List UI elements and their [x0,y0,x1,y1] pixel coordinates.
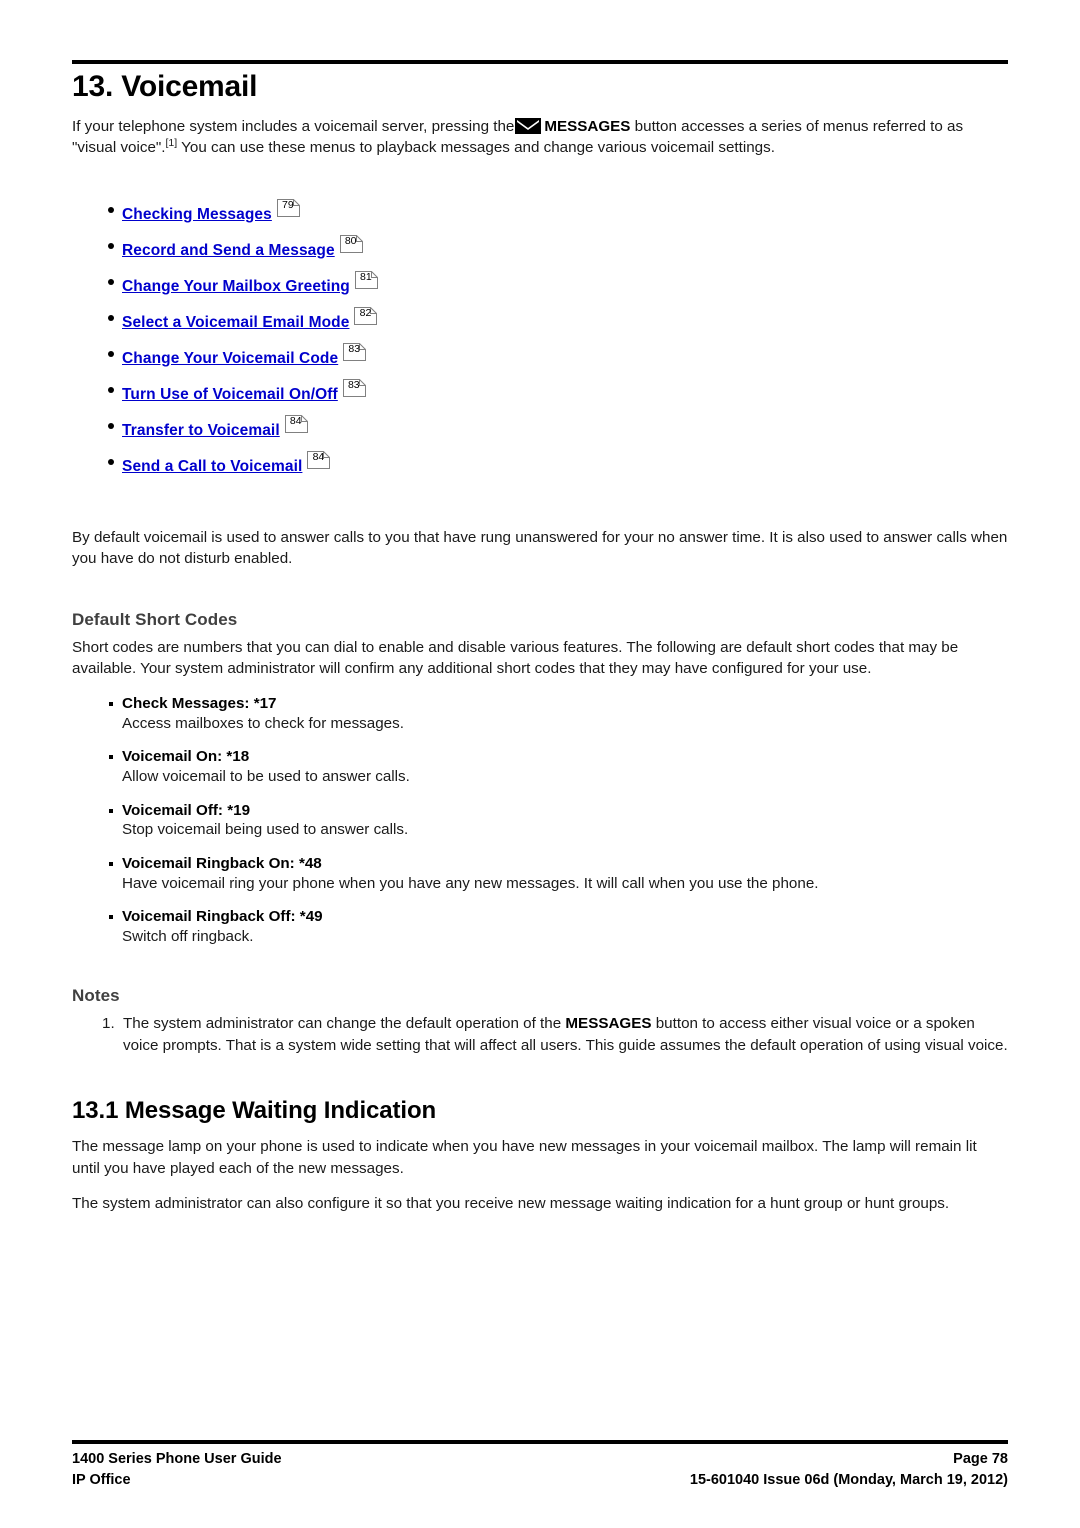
short-code-term: Voicemail Ringback On: *48 [122,854,322,872]
toc-link-record-and-send-a-message[interactable]: Record and Send a Message [122,242,335,259]
toc-item[interactable]: Select a Voicemail Email Mode 82 [72,306,1008,331]
page-ref-badge: 84 [284,414,311,433]
intro-text-before: If your telephone system includes a voic… [72,117,515,135]
short-code-term: Voicemail Ringback Off: *49 [122,908,323,926]
header-rule [72,60,1008,64]
toc-item[interactable]: Send a Call to Voicemail 84 [72,450,1008,475]
note-item: 1. The system administrator can change th… [72,1013,1008,1056]
footer-page-number: Page 78 [953,1451,1008,1467]
toc-item[interactable]: Transfer to Voicemail 84 [72,414,1008,439]
toc-item[interactable]: Turn Use of Voicemail On/Off 83 [72,378,1008,403]
list-item: Voicemail On: *18 Allow voicemail to be … [72,747,1008,787]
page-ref-number: 84 [289,414,302,427]
toc-item[interactable]: Checking Messages 79 [72,198,1008,223]
default-voicemail-paragraph: By default voicemail is used to answer c… [72,528,1008,568]
footnote-marker: [1] [165,137,178,150]
toc-link-select-a-voicemail-email-mode[interactable]: Select a Voicemail Email Mode [122,314,349,331]
short-codes-list: Check Messages: *17 Access mailboxes to … [72,694,1008,947]
section-131-title: 13.1 Message Waiting Indication [72,1096,437,1124]
short-code-description: Switch off ringback. [122,927,254,945]
default-short-codes-heading: Default Short Codes [72,609,238,629]
messages-button-label: MESSAGES [544,117,631,135]
page-ref-number: 84 [312,450,325,463]
short-code-term: Check Messages: *17 [122,695,277,713]
envelope-icon [515,117,542,134]
short-codes-intro: Short codes are numbers that you can dia… [72,638,959,678]
footer-product-name: IP Office [72,1471,131,1488]
toc-item[interactable]: Record and Send a Message 80 [72,234,1008,259]
note-bold-term: MESSAGES [565,1015,652,1033]
short-code-description: Access mailboxes to check for messages. [122,714,404,732]
short-code-description: Have voicemail ring your phone when you … [122,874,819,892]
section-131-paragraph-2: The system administrator can also config… [72,1195,950,1213]
note-text-part1: The system administrator can change the … [123,1015,562,1033]
page-footer: 1400 Series Phone User Guide Page 78 IP … [72,1440,1008,1490]
notes-list: 1. The system administrator can change th… [72,1013,1008,1056]
page-ref-badge: 82 [354,306,380,325]
page-content: 13. Voicemail If your telephone system i… [72,60,1008,1215]
page-ref-badge: 81 [354,270,381,289]
toc-link-turn-use-of-voicemail-on-off[interactable]: Turn Use of Voicemail On/Off [122,386,338,403]
page-ref-number: 79 [282,198,294,211]
notes-heading: Notes [72,986,120,1006]
section-131-paragraph-1: The message lamp on your phone is used t… [72,1138,977,1177]
document-page: 13. Voicemail If your telephone system i… [0,0,1080,1528]
footer-rule [72,1440,1008,1444]
short-code-term: Voicemail On: *18 [122,748,250,766]
toc-item[interactable]: Change Your Mailbox Greeting 81 [72,270,1008,295]
intro-text-tail: You can use these menus to playback mess… [181,139,775,157]
chapter-title: 13. Voicemail [72,70,258,103]
footer-guide-title: 1400 Series Phone User Guide [72,1451,282,1467]
footer-row-1: 1400 Series Phone User Guide Page 78 [72,1449,1008,1470]
list-item: Voicemail Ringback Off: *49 Switch off r… [72,907,1008,947]
toc-link-change-your-voicemail-code[interactable]: Change Your Voicemail Code [122,350,338,367]
toc-link-transfer-to-voicemail[interactable]: Transfer to Voicemail [122,422,280,439]
list-item: Check Messages: *17 Access mailboxes to … [72,694,1008,734]
page-ref-number: 80 [344,234,357,247]
note-number: 1. [102,1015,115,1033]
list-item: Voicemail Off: *19 Stop voicemail being … [72,801,1008,841]
page-ref-number: 83 [347,378,360,391]
toc-link-change-your-mailbox-greeting[interactable]: Change Your Mailbox Greeting [122,278,350,295]
toc-item[interactable]: Change Your Voicemail Code 83 [72,342,1008,367]
list-item: Voicemail Ringback On: *48 Have voicemai… [72,854,1008,894]
page-ref-badge: 80 [339,234,366,253]
short-code-description: Allow voicemail to be used to answer cal… [122,768,410,786]
intro-paragraph: If your telephone system includes a voic… [72,116,1008,159]
footer-row-2: IP Office 15-601040 Issue 06d (Monday, M… [72,1470,1008,1491]
page-ref-number: 83 [348,342,361,355]
short-code-description: Stop voicemail being used to answer call… [122,821,409,839]
page-ref-badge: 83 [342,378,369,397]
chapter-toc-list: Checking Messages 79 Record and Send a Me… [72,198,1008,475]
short-code-term: Voicemail Off: *19 [122,801,251,819]
page-ref-badge: 83 [343,342,369,361]
page-ref-badge: 79 [276,198,303,217]
page-ref-number: 81 [360,270,372,283]
toc-link-checking-messages[interactable]: Checking Messages [122,206,272,223]
page-ref-badge: 84 [307,450,333,469]
page-ref-number: 82 [359,306,372,319]
toc-link-send-a-call-to-voicemail[interactable]: Send a Call to Voicemail [122,458,302,475]
footer-doc-id: 15-601040 Issue 06d (Monday, March 19, 2… [689,1471,1008,1488]
